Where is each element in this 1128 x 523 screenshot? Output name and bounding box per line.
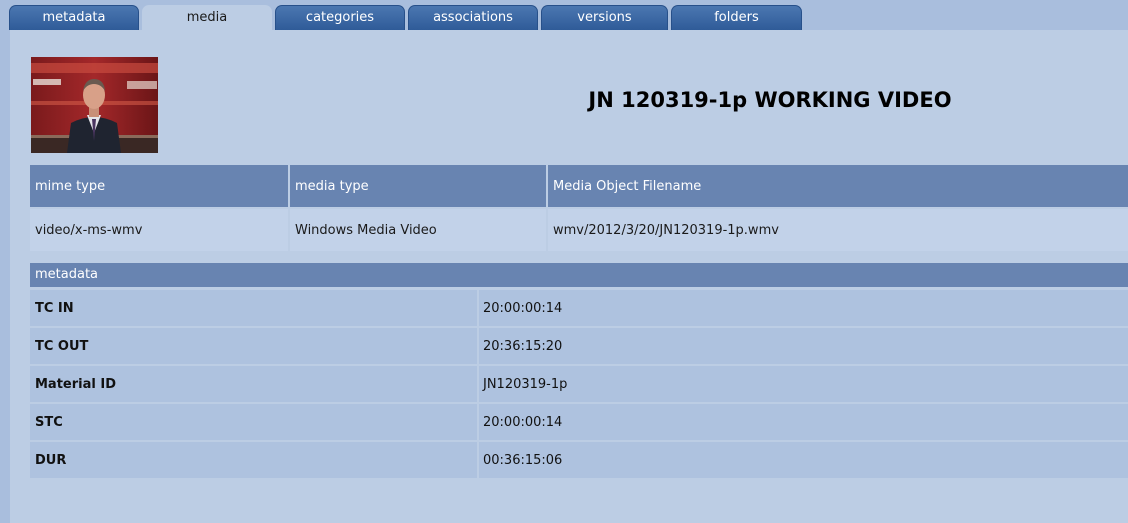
metadata-value: 20:00:00:14 <box>479 404 1128 440</box>
tab-bar: metadata media categories associations v… <box>0 0 1128 30</box>
metadata-section-header: metadata <box>30 263 1128 287</box>
media-page: metadata media categories associations v… <box>0 0 1128 523</box>
metadata-value: 20:36:15:20 <box>479 328 1128 364</box>
value-mime-type: video/x-ms-wmv <box>30 209 288 251</box>
metadata-key: Material ID <box>30 366 477 402</box>
tab-folders[interactable]: folders <box>671 5 802 30</box>
left-border <box>0 30 10 523</box>
metadata-value: JN120319-1p <box>479 366 1128 402</box>
metadata-key: TC OUT <box>30 328 477 364</box>
media-info-value-row: video/x-ms-wmv Windows Media Video wmv/2… <box>30 209 1128 251</box>
metadata-key: STC <box>30 404 477 440</box>
tab-versions[interactable]: versions <box>541 5 668 30</box>
value-filename[interactable]: wmv/2012/3/20/JN120319-1p.wmv <box>548 209 1128 251</box>
metadata-row: Material ID JN120319-1p <box>30 366 1128 402</box>
video-thumbnail[interactable] <box>31 57 158 153</box>
tab-metadata[interactable]: metadata <box>9 5 139 30</box>
metadata-row: DUR 00:36:15:06 <box>30 442 1128 478</box>
metadata-key: TC IN <box>30 290 477 326</box>
metadata-value: 20:00:00:14 <box>479 290 1128 326</box>
media-title: JN 120319-1p WORKING VIDEO <box>588 88 952 112</box>
metadata-value: 00:36:15:06 <box>479 442 1128 478</box>
header-filename: Media Object Filename <box>548 165 1128 207</box>
metadata-key: DUR <box>30 442 477 478</box>
tab-categories[interactable]: categories <box>275 5 405 30</box>
metadata-row: TC IN 20:00:00:14 <box>30 290 1128 326</box>
header-mime-type: mime type <box>30 165 288 207</box>
metadata-row: STC 20:00:00:14 <box>30 404 1128 440</box>
thumbnail-image <box>31 57 158 153</box>
value-media-type: Windows Media Video <box>290 209 546 251</box>
metadata-row: TC OUT 20:36:15:20 <box>30 328 1128 364</box>
tab-media[interactable]: media <box>142 5 272 30</box>
tab-associations[interactable]: associations <box>408 5 538 30</box>
header-media-type: media type <box>290 165 546 207</box>
media-info-header-row: mime type media type Media Object Filena… <box>30 165 1128 207</box>
